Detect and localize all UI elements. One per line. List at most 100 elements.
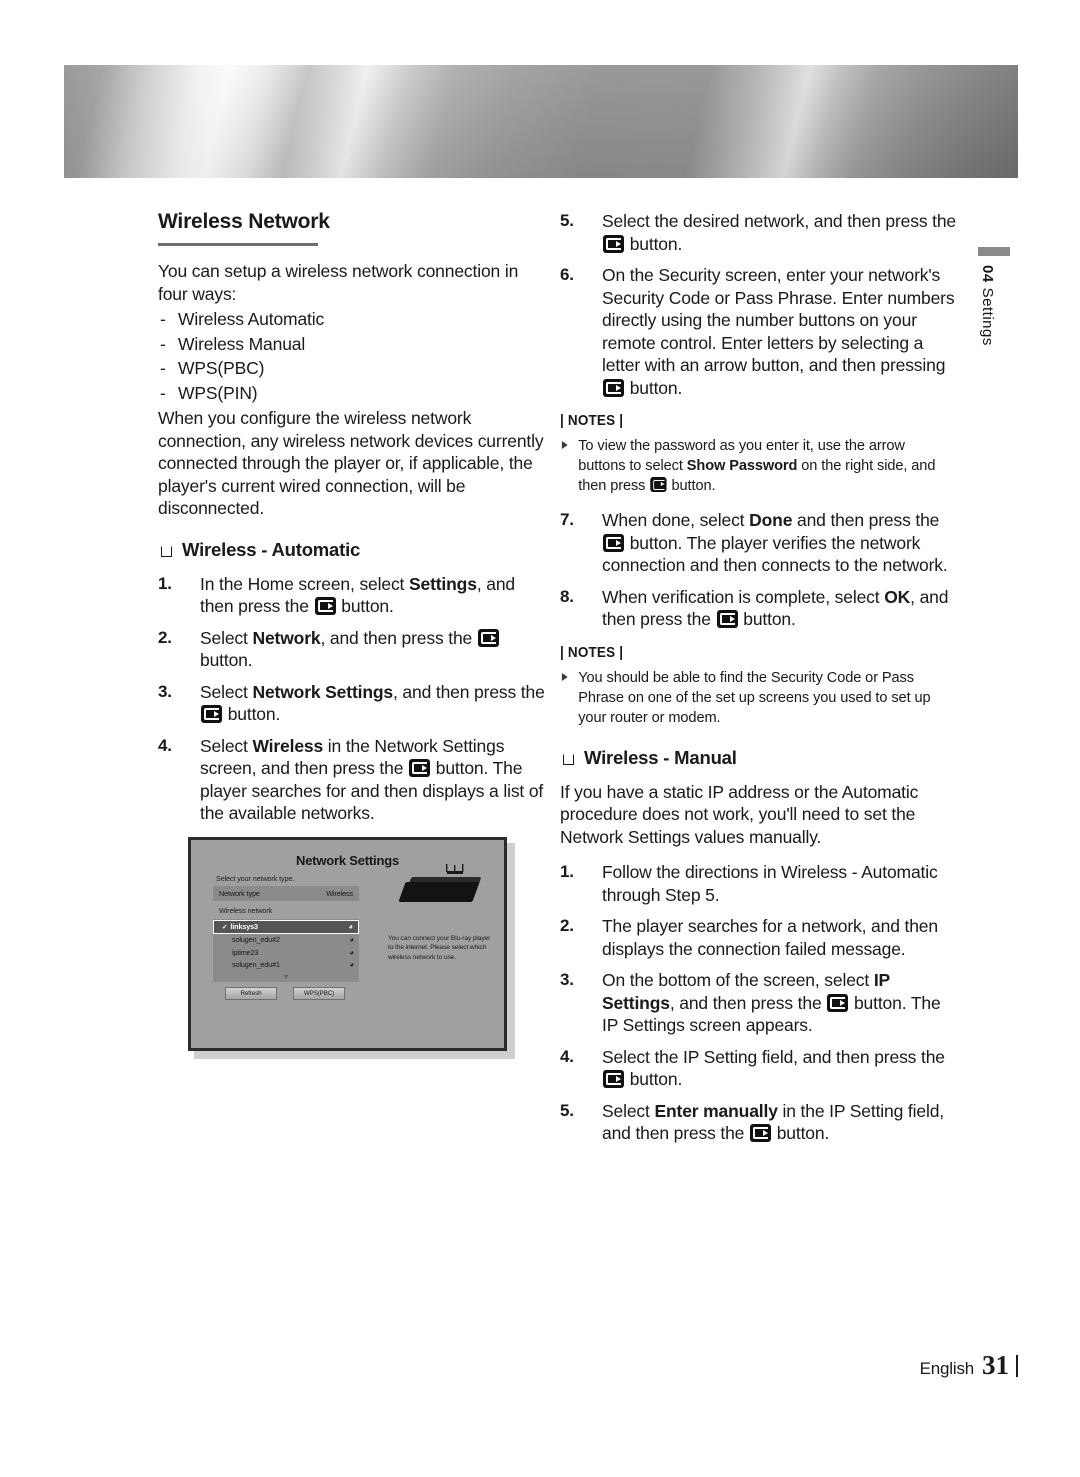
step-text-c: , and then press the [669,992,827,1013]
list-item: 2. Select Network, and then press the bu… [158,627,550,672]
title-underline [158,243,318,246]
step-text-a: Select [602,1100,655,1121]
step-number: 3. [560,970,574,989]
refresh-button[interactable]: Refresh [225,986,277,1000]
list-item[interactable]: iptime23 ◕ [213,946,359,959]
tab-text-group: 04 Settings [978,265,996,346]
wifi-signal-icon: ◕ [349,960,354,970]
network-type-label: Network type [219,888,260,898]
header-banner [64,65,1018,178]
subsection-label: Wireless - Manual [584,746,737,768]
step-text-c: , and then press the [393,681,545,702]
note-text-d: button. [667,477,716,494]
step-number: 4. [158,735,172,755]
list-item: 5. Select Enter manually in the IP Setti… [560,1100,958,1145]
step-number: 2. [560,916,574,935]
step-number: 1. [560,862,574,881]
steps-mid: 7. When done, select Done and then press… [560,509,958,631]
screenshot-description: You can connect your Blu-ray player to t… [388,934,491,961]
step-text-d: button. [625,233,683,254]
list-item[interactable]: ✓ linksys3 ◕ [213,919,359,934]
chapter-number: 04 [979,265,996,283]
step-text-a: Select [200,681,253,702]
triangle-bullet-icon [561,672,568,681]
network-name: solugen_edu#2 [232,935,280,945]
step-text-d: button. [336,596,394,616]
right-column: 5. Select the desired network, and then … [560,210,958,1154]
note-text-a: You should be able to find the Security … [578,668,931,726]
step-number: 6. [560,265,574,284]
triangle-bullet-icon [561,441,568,449]
enter-button-icon [749,1124,771,1142]
list-item: WPS(PBC) [158,356,550,381]
step-number: 5. [560,1100,574,1120]
step-text-a: Select [200,627,253,648]
enter-button-icon [650,477,667,492]
step-number: 1. [158,573,172,593]
network-settings-screenshot: Network Settings Select your network typ… [188,836,515,1059]
list-item: 5. Select the desired network, and then … [560,210,958,255]
step-text-b: Network [252,627,321,648]
step-text-d: button. [771,1123,830,1143]
list-item: 4. Select the IP Setting field, and then… [560,1046,958,1091]
wireless-automatic-steps: 1. In the Home screen, select Settings , … [158,573,550,825]
footer-language: English [919,1359,975,1378]
enter-button-icon [603,1070,624,1088]
manual-intro-paragraph: If you have a static IP address or the A… [560,781,919,847]
left-column: Wireless Network You can setup a wireles… [158,210,550,1059]
step-number: 2. [158,627,172,647]
step-number: 8. [560,586,574,606]
chevron-down-icon[interactable]: ▾ [284,972,288,981]
step-text-d: button. [625,1069,683,1089]
step-text-c: and then press the [792,510,940,530]
note-item: You should be able to find the Security … [560,668,942,728]
step-text-a: On the bottom of the screen, select [602,970,874,990]
list-item[interactable]: solugen_edu#2 ◕ [213,934,359,947]
square-bullet-icon [161,545,172,557]
step-number: 5. [560,211,574,230]
step-text-b: Network Settings [252,681,393,702]
list-item: Wireless Automatic [158,307,550,332]
step-number: 4. [560,1046,574,1066]
step-text-a: Follow the directions in Wireless - Auto… [602,862,938,905]
step-text-b: Done [749,510,793,530]
list-item: 3. On the bottom of the screen, select I… [560,969,958,1037]
step-text-a: When verification is complete, select [602,586,885,607]
configure-paragraph: When you configure the wireless network … [158,408,544,518]
step-text-b: Wireless [252,735,324,756]
step-text-c: , and then press the [320,627,477,648]
player-body [398,881,480,902]
note-item: To view the password as you enter it, us… [560,436,942,496]
step-text-b: Settings [408,573,477,594]
tab-marker [978,247,1010,256]
subsection-wireless-automatic: Wireless - Automatic [158,539,550,561]
list-item: 8. When verification is complete, select… [560,586,958,631]
wifi-signal-icon: ◕ [349,935,354,945]
steps-top: 5. Select the desired network, and then … [560,210,958,399]
step-text-a: Select [200,735,253,756]
enter-button-icon [201,705,222,723]
chapter-label: Settings [979,287,996,346]
screenshot-buttons: Refresh WPS(PBC) [225,986,504,1000]
list-item: 7. When done, select Done and then press… [560,509,958,577]
enter-button-icon [477,628,499,647]
subsection-wireless-manual: Wireless - Manual [560,747,958,769]
step-text-a: Select the desired network, and then pre… [602,211,957,231]
list-item: Wireless Manual [158,332,550,357]
enter-button-icon [603,234,624,253]
banner-gloss [64,65,1018,178]
notes-label: | NOTES | [560,643,624,661]
step-number: 3. [158,681,172,701]
step-text-d: button. The player verifies the network … [602,532,948,576]
list-item: 2. The player searches for a network, an… [560,915,958,960]
step-text-a: When done, select [602,510,750,530]
network-type-row[interactable]: Network type Wireless [213,885,359,901]
wps-pbc-button[interactable]: WPS(PBC) [293,986,345,1000]
intro-paragraph: You can setup a wireless network connect… [158,261,519,304]
step-text-d: button. [738,609,796,629]
footer-rule [1016,1354,1018,1377]
enter-button-icon [827,993,849,1012]
network-list[interactable]: ✓ linksys3 ◕ solugen_edu#2 ◕ iptime23 ◕ … [213,918,359,982]
network-name: linksys3 [230,922,258,931]
list-item[interactable]: solugen_edu#1 ◕ [213,959,359,972]
